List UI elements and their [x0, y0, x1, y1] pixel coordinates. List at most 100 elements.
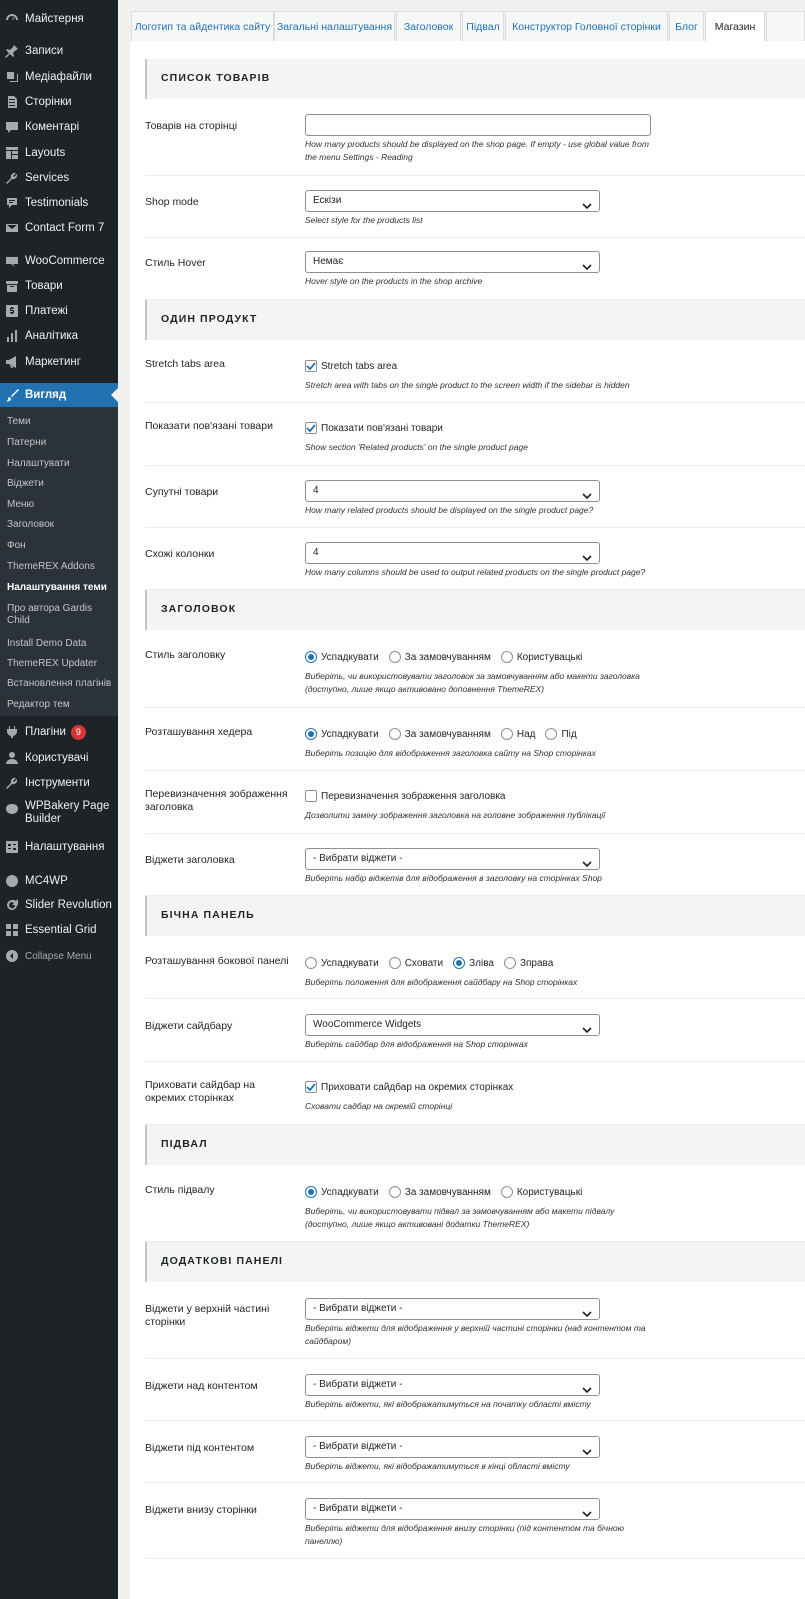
radio-button[interactable]: [500, 651, 513, 663]
sidebar-item-22[interactable]: Essential Grid: [0, 918, 118, 942]
tab-2[interactable]: Заголовок: [396, 11, 461, 41]
radio-option[interactable]: Успадкувати: [305, 728, 379, 740]
sidebar-item-16[interactable]: Користувачі: [0, 746, 118, 770]
sidebar-item-4[interactable]: Коментарі: [0, 115, 118, 139]
sidebar-item-12[interactable]: Аналітика: [0, 324, 118, 348]
widgets-top-select[interactable]: - Вибрати віджети -: [305, 1298, 600, 1320]
submenu-item[interactable]: Про автора Gardis Child: [7, 603, 115, 627]
radio-button[interactable]: [545, 728, 558, 740]
stretch-tabs-checkbox[interactable]: Stretch tabs area: [305, 358, 645, 374]
radio-button[interactable]: [388, 728, 401, 740]
show-related-checkbox[interactable]: Показати пов'язані товари: [305, 420, 645, 436]
products-per-page-input[interactable]: [305, 114, 651, 136]
tab-4[interactable]: Конструктор Головної сторінки: [505, 11, 668, 41]
shop-mode-select[interactable]: Ескізи: [305, 190, 600, 212]
radio-option[interactable]: Над: [500, 728, 535, 740]
submenu-item[interactable]: ThemeREX Updater: [7, 658, 115, 670]
sidebar-item-6[interactable]: Services: [0, 166, 118, 190]
tab-5[interactable]: Блог: [669, 11, 704, 41]
radio-option[interactable]: Під: [545, 728, 577, 740]
sidebar-item-5[interactable]: Layouts: [0, 141, 118, 165]
radio-button[interactable]: [503, 957, 516, 969]
radio-option[interactable]: Зліва: [453, 957, 494, 969]
widgets-below-select[interactable]: - Вибрати віджети -: [305, 1436, 600, 1458]
sidebar-widgets-select[interactable]: WooCommerce Widgets: [305, 1014, 600, 1036]
radio-option[interactable]: Успадкувати: [305, 1186, 379, 1198]
submenu-item[interactable]: Редактор тем: [7, 699, 115, 711]
sidebar-item-0[interactable]: Майстерня: [0, 7, 118, 31]
radio-button[interactable]: [453, 957, 466, 969]
sidebar-item-10[interactable]: Товари: [0, 274, 118, 298]
sidebar-item-7[interactable]: Testimonials: [0, 191, 118, 215]
sidebar-item-2[interactable]: Медіафайли: [0, 65, 118, 89]
radio-button[interactable]: [388, 651, 401, 663]
radio-option[interactable]: За замовчуванням: [388, 1186, 491, 1198]
tab-overflow[interactable]: [766, 11, 805, 41]
submenu-item[interactable]: ThemeREX Addons: [7, 561, 115, 573]
radio-button[interactable]: [305, 1186, 317, 1198]
submenu-item[interactable]: Віджети: [7, 478, 115, 490]
submenu-item[interactable]: Меню: [7, 499, 115, 511]
related-cols-select[interactable]: 4: [305, 542, 600, 564]
widgets-bottom-select[interactable]: - Вибрати віджети -: [305, 1498, 600, 1520]
radio-option[interactable]: За замовчуванням: [388, 651, 491, 663]
tab-0[interactable]: Логотип та айдентика сайту: [131, 11, 274, 41]
option-label: Віджети сайдбару: [145, 1020, 233, 1032]
radio-button[interactable]: [305, 728, 317, 740]
submenu-item[interactable]: Фон: [7, 540, 115, 552]
sidebar-item-11[interactable]: Платежі: [0, 299, 118, 323]
header-image-checkbox[interactable]: Перевизначення зображення заголовка: [305, 788, 645, 804]
submenu-item[interactable]: Install Demo Data: [7, 638, 115, 650]
sidebar-item-20[interactable]: MC4WP: [0, 869, 118, 893]
radio-button[interactable]: [388, 957, 401, 969]
header-widgets-select[interactable]: - Вибрати віджети -: [305, 848, 600, 870]
select-value: - Вибрати віджети -: [313, 1303, 403, 1314]
submenu-item[interactable]: Теми: [7, 416, 115, 428]
radio-option[interactable]: Успадкувати: [305, 957, 379, 969]
radio-option[interactable]: За замовчуванням: [388, 728, 491, 740]
submenu-item[interactable]: Встановлення плагінів: [7, 678, 115, 690]
radio-option[interactable]: Користувацькі: [500, 651, 582, 663]
radio-option[interactable]: Зправа: [503, 957, 553, 969]
radio-button[interactable]: [500, 1186, 513, 1198]
sidebar-item-23[interactable]: Collapse Menu: [0, 944, 118, 968]
option-description: Stretch area with tabs on the single pro…: [305, 380, 630, 390]
sidebar-item-9[interactable]: WooCommerce: [0, 249, 118, 273]
submenu-item[interactable]: Налаштувати: [7, 458, 115, 470]
sidebar-item-18[interactable]: WPBakery Page Builder: [0, 800, 118, 832]
checkmark-icon[interactable]: [305, 422, 317, 434]
radio-option[interactable]: Користувацькі: [500, 1186, 582, 1198]
select-value: Ескізи: [313, 195, 342, 206]
sidebar-item-3[interactable]: Сторінки: [0, 90, 118, 114]
sidebar-item-19[interactable]: Налаштування: [0, 835, 118, 859]
tab-6[interactable]: Магазин: [705, 11, 765, 42]
widgets-above-select[interactable]: - Вибрати віджети -: [305, 1374, 600, 1396]
sidebar-item-1[interactable]: Записи: [0, 39, 118, 63]
sidebar-item-13[interactable]: Маркетинг: [0, 350, 118, 374]
submenu-item[interactable]: Налаштування теми: [7, 582, 115, 594]
section-footer: ПІДВАЛ: [145, 1125, 805, 1165]
related-count-select[interactable]: 4: [305, 480, 600, 502]
sidebar-item-8[interactable]: Contact Form 7: [0, 216, 118, 240]
sidebar-item-17[interactable]: Інструменти: [0, 771, 118, 795]
radio-button[interactable]: [500, 728, 513, 740]
hover-select[interactable]: Немає: [305, 251, 600, 273]
tab-1[interactable]: Загальні налаштування: [274, 11, 395, 41]
submenu-item[interactable]: Заголовок: [7, 519, 115, 531]
sidebar-item-21[interactable]: Slider Revolution: [0, 893, 118, 917]
radio-button[interactable]: [305, 957, 317, 969]
checkmark-icon[interactable]: [305, 360, 317, 372]
radio-option[interactable]: Успадкувати: [305, 651, 379, 663]
sidebar-item-14[interactable]: Вигляд: [0, 383, 118, 407]
sidebar-item-15[interactable]: Плагіни 9: [0, 720, 118, 744]
hide-sidebar-checkbox[interactable]: Приховати сайдбар на окремих сторінках: [305, 1079, 645, 1095]
checkmark-icon[interactable]: [305, 1081, 317, 1093]
submenu-item[interactable]: Патерни: [7, 437, 115, 449]
collapse-icon: [5, 949, 19, 963]
radio-option[interactable]: Сховати: [388, 957, 443, 969]
radio-button[interactable]: [388, 1186, 401, 1198]
tab-3[interactable]: Підвал: [462, 11, 504, 41]
option-description: Виберіть, чи використовувати заголовок з…: [305, 671, 640, 694]
radio-button[interactable]: [305, 651, 317, 663]
checkbox-box[interactable]: [305, 790, 317, 802]
